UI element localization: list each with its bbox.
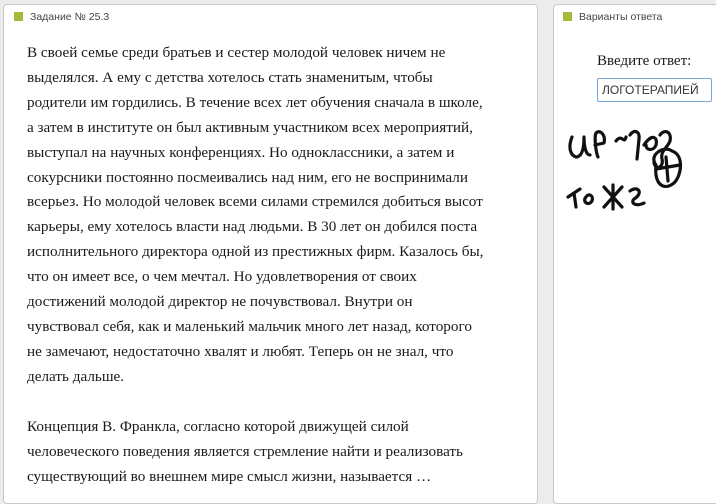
answer-panel-header: Варианты ответа (554, 5, 716, 29)
task-text-line: достижений молодой директор не почувство… (27, 293, 413, 311)
task-text-line: чувствовал себя, как и маленький мальчик… (27, 317, 472, 335)
task-text-line: всерьез. Но молодой человек всеми силами… (27, 193, 483, 211)
question-line: существующий во внешнем мире смысл жизни… (27, 467, 432, 485)
task-text-line: не замечают, недостаточно хвалят и любят… (27, 342, 454, 360)
handwritten-scribble (566, 129, 683, 211)
task-panel: Задание № 25.3 В своей семье среди брать… (3, 4, 538, 504)
task-text-line: сокурсники постоянно посмеивались над ни… (27, 168, 469, 186)
answer-label: Введите ответ: (597, 53, 692, 69)
task-text: В своей семье среди братьев и сестер мол… (27, 41, 522, 390)
answer-panel: Варианты ответа Введите ответ: (553, 4, 716, 504)
task-text-line: В своей семье среди братьев и сестер мол… (27, 44, 446, 61)
task-title: Задание № 25.3 (30, 11, 110, 23)
task-text-line: родители им гордились. В течение всех ле… (27, 93, 483, 111)
header-marker-icon (563, 12, 572, 21)
task-question: Концепция В. Франкла, согласно которой д… (27, 415, 522, 490)
question-line: Концепция В. Франкла, согласно которой д… (27, 417, 409, 435)
task-text-line: выступал на научных конференциях. Но одн… (27, 143, 455, 161)
task-text-line: что он имеет все, о чем мечтал. Но удовл… (27, 268, 417, 286)
task-text-line: карьеры, ему хотелось власти над людьми.… (27, 218, 478, 236)
answer-input[interactable] (597, 78, 712, 102)
task-text-line: а затем в институте он был активным учас… (27, 118, 473, 136)
task-text-line: выделялся. А ему с детства хотелось стат… (27, 68, 433, 86)
question-line: человеческого поведения является стремле… (27, 442, 463, 460)
task-panel-header: Задание № 25.3 (4, 5, 537, 29)
task-text-line: делать дальше. (27, 367, 125, 385)
answer-title: Варианты ответа (579, 11, 663, 23)
task-text-line: исполнительного директора одной из прест… (27, 243, 484, 261)
header-marker-icon (14, 12, 23, 21)
task-body: В своей семье среди братьев и сестер мол… (27, 41, 522, 489)
